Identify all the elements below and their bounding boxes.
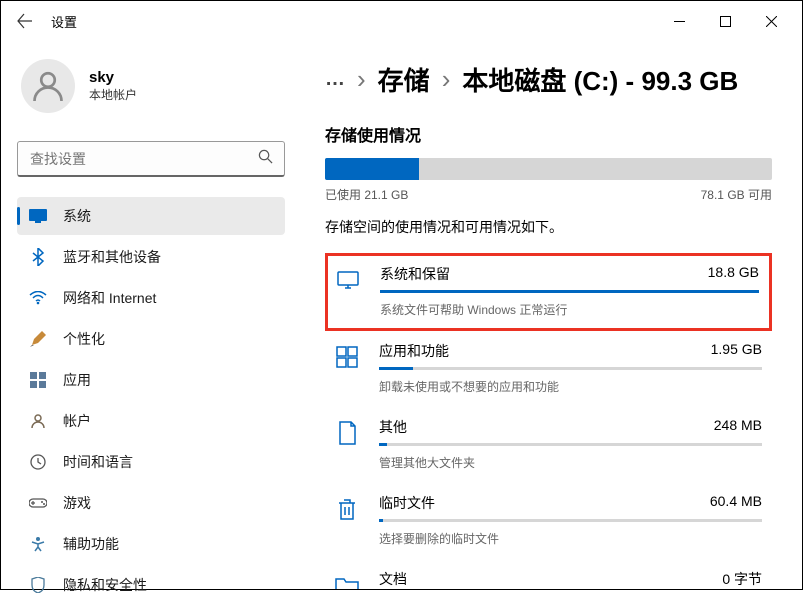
nav-label: 蓝牙和其他设备	[63, 247, 161, 267]
storage-usage-bar	[325, 158, 772, 180]
user-type: 本地帐户	[89, 86, 137, 103]
category-list: 系统和保留 18.8 GB 系统文件可帮助 Windows 正常运行应用和功能 1.9…	[325, 253, 772, 589]
nav-item-accessibility[interactable]: 辅助功能	[17, 525, 285, 563]
title-bar: 设置	[1, 1, 802, 41]
folder-icon	[333, 571, 361, 589]
storage-used-label: 已使用 21.1 GB	[325, 186, 408, 203]
close-icon	[766, 16, 777, 27]
nav-label: 游戏	[63, 493, 91, 513]
nav-item-personalization[interactable]: 个性化	[17, 320, 285, 358]
category-item[interactable]: 应用和功能 1.95 GB 卸载未使用或不想要的应用和功能	[325, 331, 772, 407]
chevron-right-icon: ›	[357, 64, 366, 95]
maximize-icon	[720, 16, 731, 27]
arrow-left-icon	[17, 13, 33, 29]
category-item[interactable]: 文档0 字节管理"文档"文件夹	[325, 559, 772, 589]
category-bar	[379, 443, 762, 446]
nav-label: 辅助功能	[63, 534, 119, 554]
account-icon	[29, 412, 47, 430]
user-name: sky	[89, 69, 137, 86]
accessibility-icon	[29, 535, 47, 553]
category-name: 文档	[379, 569, 407, 589]
category-name: 其他	[379, 417, 407, 437]
minimize-icon	[674, 16, 685, 27]
person-icon	[30, 68, 66, 104]
file-icon	[333, 419, 361, 447]
avatar	[21, 59, 75, 113]
breadcrumb-current: 本地磁盘 (C:) - 99.3 GB	[462, 61, 738, 98]
category-item[interactable]: 临时文件 60.4 MB 选择要删除的临时文件	[325, 483, 772, 559]
category-bar-fill	[380, 290, 759, 293]
paint-icon	[29, 330, 47, 348]
category-name: 应用和功能	[379, 341, 449, 361]
category-size: 0 字节	[722, 569, 762, 589]
nav-label: 系统	[63, 206, 91, 226]
nav-item-system[interactable]: 系统	[17, 197, 285, 235]
minimize-button[interactable]	[656, 5, 702, 37]
category-size: 1.95 GB	[711, 341, 762, 361]
section-title: 存储使用情况	[325, 122, 772, 146]
main-content: … › 存储 › 本地磁盘 (C:) - 99.3 GB 存储使用情况 已使用 …	[301, 41, 802, 589]
trash-icon	[333, 495, 361, 523]
nav-label: 个性化	[63, 329, 105, 349]
nav-label: 应用	[63, 370, 91, 390]
nav-item-time-language[interactable]: 时间和语言	[17, 443, 285, 481]
search-input[interactable]	[17, 141, 285, 177]
category-name: 系统和保留	[380, 264, 450, 284]
window-title: 设置	[51, 12, 77, 31]
category-item[interactable]: 其他 248 MB 管理其他大文件夹	[325, 407, 772, 483]
apps-icon	[29, 371, 47, 389]
category-description: 管理其他大文件夹	[379, 454, 762, 471]
nav-item-bluetooth[interactable]: 蓝牙和其他设备	[17, 238, 285, 276]
nav-item-network[interactable]: 网络和 Internet	[17, 279, 285, 317]
breadcrumb-parent[interactable]: 存储	[378, 61, 430, 98]
shield-icon	[29, 576, 47, 594]
user-account[interactable]: sky 本地帐户	[17, 51, 285, 121]
storage-usage-fill	[325, 158, 419, 180]
usage-description: 存储空间的使用情况和可用情况如下。	[325, 217, 772, 237]
nav-label: 网络和 Internet	[63, 288, 156, 308]
storage-free-label: 78.1 GB 可用	[701, 186, 772, 203]
category-bar-fill	[379, 443, 387, 446]
category-bar	[380, 290, 759, 293]
wifi-icon	[29, 289, 47, 307]
category-name: 临时文件	[379, 493, 435, 513]
nav-label: 帐户	[63, 411, 91, 431]
close-button[interactable]	[748, 5, 794, 37]
category-item[interactable]: 系统和保留 18.8 GB 系统文件可帮助 Windows 正常运行	[325, 253, 772, 331]
chevron-right-icon: ›	[442, 64, 451, 95]
category-description: 选择要删除的临时文件	[379, 530, 762, 547]
category-description: 系统文件可帮助 Windows 正常运行	[380, 301, 759, 318]
category-size: 248 MB	[714, 417, 762, 437]
nav-item-gaming[interactable]: 游戏	[17, 484, 285, 522]
gamepad-icon	[29, 494, 47, 512]
nav-item-accounts[interactable]: 帐户	[17, 402, 285, 440]
maximize-button[interactable]	[702, 5, 748, 37]
monitor-icon	[334, 266, 362, 294]
category-bar-fill	[379, 367, 413, 370]
nav-label: 时间和语言	[63, 452, 133, 472]
nav-item-apps[interactable]: 应用	[17, 361, 285, 399]
clock-icon	[29, 453, 47, 471]
breadcrumb: … › 存储 › 本地磁盘 (C:) - 99.3 GB	[325, 61, 772, 98]
back-button[interactable]	[9, 5, 41, 37]
category-bar	[379, 519, 762, 522]
nav-item-privacy[interactable]: 隐私和安全性	[17, 566, 285, 604]
category-description: 卸载未使用或不想要的应用和功能	[379, 378, 762, 395]
search-icon	[258, 149, 273, 169]
category-bar-fill	[379, 519, 383, 522]
grid-icon	[333, 343, 361, 371]
category-bar	[379, 367, 762, 370]
breadcrumb-ellipsis[interactable]: …	[325, 68, 345, 91]
bluetooth-icon	[29, 248, 47, 266]
sidebar: sky 本地帐户 系统 蓝牙和其他设备 网络和 Internet	[1, 41, 301, 589]
search-box	[17, 141, 285, 177]
nav-label: 隐私和安全性	[63, 575, 147, 595]
system-icon	[29, 207, 47, 225]
category-size: 60.4 MB	[710, 493, 762, 513]
category-size: 18.8 GB	[708, 264, 759, 284]
nav-list: 系统 蓝牙和其他设备 网络和 Internet 个性化 应用 帐户	[17, 197, 285, 604]
